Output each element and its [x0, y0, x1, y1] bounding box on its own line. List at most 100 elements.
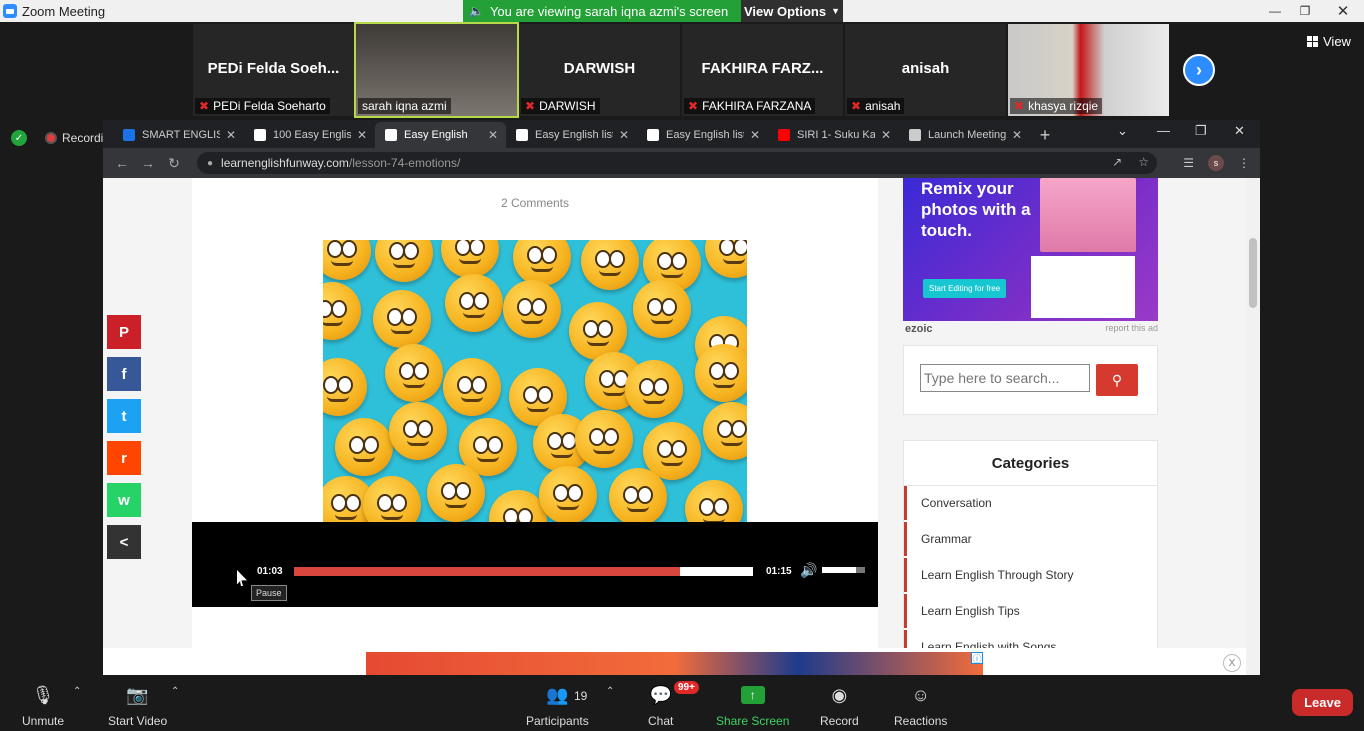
media-control-icon[interactable]: ☰ — [1183, 156, 1194, 170]
lock-icon: ● — [207, 157, 214, 169]
participant-tile[interactable]: sarah iqna azmi — [354, 22, 519, 118]
page-scrollbar[interactable] — [1246, 178, 1260, 675]
facebook-share-icon[interactable]: f — [107, 357, 141, 391]
whatsapp-share-icon[interactable]: w — [107, 483, 141, 517]
tab-favicon-icon — [647, 129, 659, 141]
article-column: 2 Comments 01:03 01:15 🔊 Pause — [192, 178, 878, 675]
current-time: 01:03 — [257, 566, 283, 577]
search-widget: ⚲ — [903, 345, 1158, 415]
emoji-face-icon — [609, 468, 667, 522]
browser-tab[interactable]: Launch Meeting ✕ — [899, 122, 1030, 148]
profile-avatar[interactable]: s — [1208, 155, 1224, 171]
tab-close-icon[interactable]: ✕ — [750, 128, 760, 142]
participant-tile[interactable]: FAKHIRA FARZ... ✖ FAKHIRA FARZANA — [682, 24, 843, 116]
start-video-button[interactable]: 📷 Start Video — [108, 681, 167, 729]
emoji-face-icon — [695, 344, 747, 402]
category-link[interactable]: Learn English Tips — [904, 594, 1159, 628]
browser-tab[interactable]: Easy English liste ✕ — [637, 122, 768, 148]
category-link[interactable]: Learn English Through Story — [904, 558, 1159, 592]
browser-minimize-icon[interactable]: — — [1157, 123, 1170, 138]
new-tab-button[interactable]: + — [1030, 122, 1060, 148]
search-input[interactable] — [920, 364, 1090, 392]
restore-icon[interactable]: ❐ — [1290, 0, 1320, 22]
participant-name: anisah — [901, 60, 950, 77]
tab-close-icon[interactable]: ✕ — [357, 128, 367, 142]
volume-slider[interactable] — [822, 567, 865, 573]
participant-name: PEDi Felda Soeh... — [207, 60, 340, 77]
tab-close-icon[interactable]: ✕ — [619, 128, 629, 142]
browser-restore-icon[interactable]: ❐ — [1195, 123, 1207, 139]
back-icon[interactable]: ← — [109, 155, 135, 171]
report-ad-link[interactable]: report this ad — [1105, 323, 1158, 333]
browser-tab[interactable]: 100 Easy English ✕ — [244, 122, 375, 148]
participant-tile[interactable]: anisah ✖ anisah — [845, 24, 1006, 116]
next-page-button[interactable]: › — [1183, 54, 1215, 86]
tab-close-icon[interactable]: ✕ — [1012, 128, 1022, 142]
reload-icon[interactable]: ↻ — [161, 155, 187, 172]
emoji-face-icon — [373, 290, 431, 348]
tab-close-icon[interactable]: ✕ — [488, 128, 498, 142]
pinterest-share-icon[interactable]: P — [107, 315, 141, 349]
tab-favicon-icon — [909, 129, 921, 141]
ad-choices-icon[interactable]: ⓘ — [971, 652, 983, 664]
ad-meta: ezoic report this ad — [903, 323, 1158, 335]
browser-close-icon[interactable]: ✕ — [1234, 123, 1245, 139]
viewing-banner: 🔈 You are viewing sarah iqna azmi's scre… — [463, 0, 741, 22]
view-options-button[interactable]: View Options ▼ — [741, 0, 843, 22]
tab-title: Easy English — [404, 129, 468, 141]
chat-button[interactable]: 💬 99+ Chat — [648, 681, 699, 728]
participants-button[interactable]: 👥 19 Participants — [526, 681, 589, 729]
category-link[interactable]: Conversation — [904, 486, 1159, 520]
category-link[interactable]: Grammar — [904, 522, 1159, 556]
sidebar-ad[interactable]: Remix your photos with a touch. Start Ed… — [903, 178, 1158, 321]
forward-icon[interactable]: → — [135, 155, 161, 171]
participant-tile[interactable]: DARWISH ✖ DARWISH — [519, 24, 680, 116]
mouse-cursor-icon — [237, 570, 247, 586]
address-bar[interactable]: ● learnenglishfunway.com/lesson-74-emoti… — [197, 152, 1157, 174]
menu-kebab-icon[interactable]: ⋮ — [1238, 156, 1250, 170]
minimize-icon[interactable]: — — [1260, 0, 1290, 22]
browser-tab[interactable]: SMART ENGLISH ✕ — [113, 122, 244, 148]
ad-cta-button[interactable]: Start Editing for free — [923, 279, 1007, 298]
bottom-banner-ad[interactable]: ⓘ — [366, 652, 983, 675]
share-share-icon[interactable]: < — [107, 525, 141, 559]
search-button[interactable]: ⚲ — [1096, 364, 1138, 396]
participant-label-text: PEDi Felda Soeharto — [213, 99, 326, 113]
close-ad-icon[interactable]: X — [1223, 654, 1241, 672]
grid-view-icon — [1307, 36, 1318, 47]
volume-icon[interactable]: 🔊 — [800, 562, 817, 579]
scrollbar-thumb[interactable] — [1249, 238, 1257, 308]
reactions-button[interactable]: ☺ Reactions — [894, 681, 948, 729]
twitter-share-icon[interactable]: t — [107, 399, 141, 433]
reactions-label: Reactions — [894, 714, 948, 728]
participant-tile[interactable]: PEDi Felda Soeh... ✖ PEDi Felda Soeharto — [193, 24, 354, 116]
share-page-icon[interactable]: ↗ — [1112, 155, 1122, 169]
tab-close-icon[interactable]: ✕ — [226, 128, 236, 142]
tab-close-icon[interactable]: ✕ — [881, 128, 891, 142]
share-screen-label: Share Screen — [716, 714, 790, 728]
browser-tab[interactable]: SIRI 1- Suku Kata ✕ — [768, 122, 899, 148]
view-button[interactable]: View — [1307, 34, 1351, 49]
comments-count[interactable]: 2 Comments — [192, 196, 878, 210]
browser-tab[interactable]: Easy English ✕ — [375, 122, 506, 148]
bookmark-star-icon[interactable]: ☆ — [1138, 155, 1149, 169]
browser-tab[interactable]: Easy English liste ✕ — [506, 122, 637, 148]
emoji-face-icon — [633, 280, 691, 338]
close-icon[interactable]: ✕ — [1322, 0, 1364, 22]
tab-search-icon[interactable]: ⌄ — [1117, 123, 1128, 139]
emoji-face-icon — [625, 360, 683, 418]
security-shield-icon[interactable]: ✓ — [11, 130, 27, 146]
mic-muted-icon: ✖ — [688, 99, 699, 113]
ezoic-logo[interactable]: ezoic — [905, 323, 933, 335]
emotions-emoji-image — [323, 240, 747, 522]
participant-tile[interactable]: ✖ khasya rizqie — [1008, 24, 1169, 116]
leave-button[interactable]: Leave — [1292, 689, 1353, 716]
emoji-face-icon — [427, 464, 485, 522]
progress-bar[interactable] — [294, 567, 753, 576]
reddit-share-icon[interactable]: r — [107, 441, 141, 475]
share-screen-button[interactable]: ↑ Share Screen — [716, 681, 789, 728]
record-button[interactable]: ◉ Record — [820, 681, 859, 729]
participants-label: Participants — [526, 714, 589, 728]
emoji-face-icon — [335, 418, 393, 476]
unmute-button[interactable]: 🎙 Unmute — [22, 681, 64, 729]
